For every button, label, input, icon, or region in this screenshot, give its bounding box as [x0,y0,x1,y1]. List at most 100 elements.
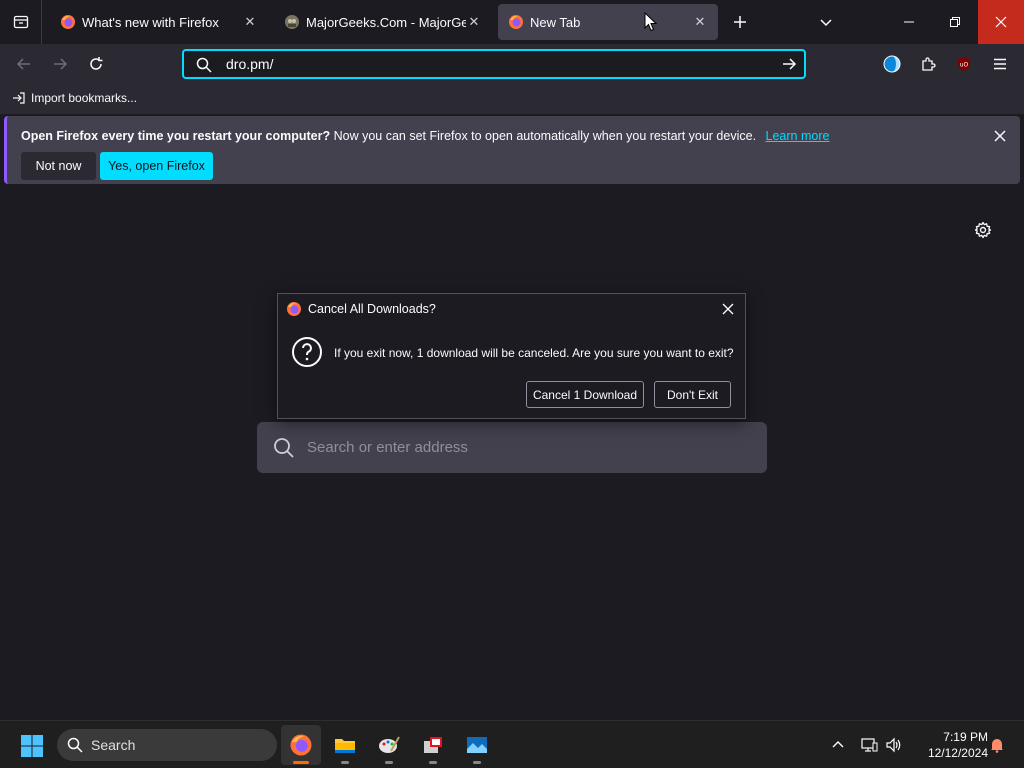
tab-title: What's new with Firefox [82,14,219,30]
taskbar-file-explorer[interactable] [325,725,365,765]
running-indicator [473,761,481,764]
svg-text:uO: uO [960,62,969,69]
tab-title: MajorGeeks.Com - MajorGeeks [306,14,466,30]
notification-message: Open Firefox every time you restart your… [21,129,829,143]
dialog-titlebar: Cancel All Downloads? [278,294,745,324]
running-indicator [341,761,349,764]
question-icon [292,337,322,367]
plus-icon [734,16,746,28]
dialog-title: Cancel All Downloads? [308,302,436,316]
not-now-button[interactable]: Not now [21,152,96,180]
list-all-tabs-button[interactable] [812,8,840,36]
network-button[interactable] [857,733,881,757]
default-browser-notification: Open Firefox every time you restart your… [4,116,1020,184]
volume-button[interactable] [882,733,906,757]
minimize-icon [904,21,914,23]
learn-more-link[interactable]: Learn more [766,129,830,143]
cancel-downloads-dialog: Cancel All Downloads? If you exit now, 1… [277,293,746,419]
tab-whats-new[interactable]: What's new with Firefox ✕ [50,4,268,40]
import-icon [13,92,25,104]
tab-close-icon[interactable]: ✕ [692,14,708,30]
notification-body: Now you can set Firefox to open automati… [333,129,757,143]
notification-heading: Open Firefox every time you restart your… [21,129,331,143]
newtab-settings-button[interactable] [971,218,995,242]
close-window-button[interactable] [978,0,1024,44]
url-text[interactable]: dro.pm/ [226,56,774,72]
clock-time: 7:19 PM [943,730,988,744]
tab-new-tab[interactable]: New Tab ✕ [498,4,718,40]
notification-close-button[interactable] [990,126,1010,146]
import-bookmarks-label: Import bookmarks... [31,91,138,105]
puzzle-icon [922,57,936,71]
tab-close-icon[interactable]: ✕ [466,14,482,30]
taskbar-installer[interactable] [413,725,453,765]
firefox-favicon-icon [509,15,523,29]
extensions-button[interactable] [914,50,942,78]
reload-icon [90,57,103,70]
taskbar-firefox[interactable] [281,725,321,765]
import-bookmarks-button[interactable]: Import bookmarks... [12,91,137,105]
dialog-message: If you exit now, 1 download will be canc… [334,346,734,360]
installer-box-icon [424,737,442,753]
chevron-up-icon [832,741,844,748]
back-button[interactable] [10,50,38,78]
show-hidden-icons-button[interactable] [826,733,850,757]
firefox-view-button[interactable] [0,0,42,44]
firefox-favicon-icon [61,15,75,29]
gear-icon [974,221,992,239]
tab-close-icon[interactable]: ✕ [242,14,258,30]
url-bar[interactable]: dro.pm/ [182,49,806,79]
dont-exit-button[interactable]: Don't Exit [654,381,731,408]
reload-button[interactable] [82,50,110,78]
bookmarks-toolbar: Import bookmarks... [0,84,1024,114]
dialog-close-button[interactable] [719,300,737,318]
tab-strip: What's new with Firefox ✕ MajorGeeks.Com… [0,0,1024,44]
close-icon [994,130,1006,142]
minimize-button[interactable] [886,0,932,44]
search-placeholder: Search or enter address [307,439,468,456]
forward-arrow-icon [54,58,68,70]
account-icon [883,55,901,73]
forward-button[interactable] [46,50,74,78]
taskbar-search[interactable]: Search [57,729,277,761]
firefox-logo-icon [287,302,301,316]
paint-palette-icon [379,736,400,753]
taskbar-paint[interactable] [369,725,409,765]
taskbar-clock[interactable]: 7:19 PM 12/12/2024 [912,729,988,761]
speaker-icon [886,737,901,753]
mouse-cursor-icon [644,12,658,32]
ublock-origin-button[interactable]: uO [950,50,978,78]
navigation-toolbar: dro.pm/ uO [0,44,1024,84]
restore-button[interactable] [932,0,978,44]
close-icon [995,16,1007,28]
taskbar-photos[interactable] [457,725,497,765]
clock-date: 12/12/2024 [927,746,988,760]
tab-majorgeeks[interactable]: MajorGeeks.Com - MajorGeeks ✕ [274,4,492,40]
running-indicator [385,761,393,764]
cancel-download-button[interactable]: Cancel 1 Download [526,381,644,408]
search-icon [196,57,212,73]
chevron-down-icon [820,19,832,27]
close-icon [722,303,734,315]
running-indicator [429,761,437,764]
search-icon [274,437,294,458]
firefox-view-icon [13,15,28,29]
arrow-right-icon [783,58,797,70]
bell-icon [991,739,1003,753]
hamburger-menu-icon [994,58,1006,70]
yes-open-firefox-button[interactable]: Yes, open Firefox [100,152,213,180]
new-tab-button[interactable] [726,8,754,36]
photos-icon [467,737,487,753]
windows-taskbar: Search 7:19 PM 12/12/2024 [0,720,1024,768]
back-arrow-icon [16,58,30,70]
taskbar-search-label: Search [91,737,136,753]
ublock-shield-icon: uO [958,57,970,71]
account-button[interactable] [878,50,906,78]
restore-icon [950,17,960,27]
go-button[interactable] [774,51,804,77]
app-menu-button[interactable] [986,50,1014,78]
windows-start-icon[interactable] [20,734,44,758]
newtab-search-box[interactable]: Search or enter address [257,422,767,473]
majorgeeks-favicon-icon [285,15,299,29]
notifications-button[interactable] [985,733,1009,757]
